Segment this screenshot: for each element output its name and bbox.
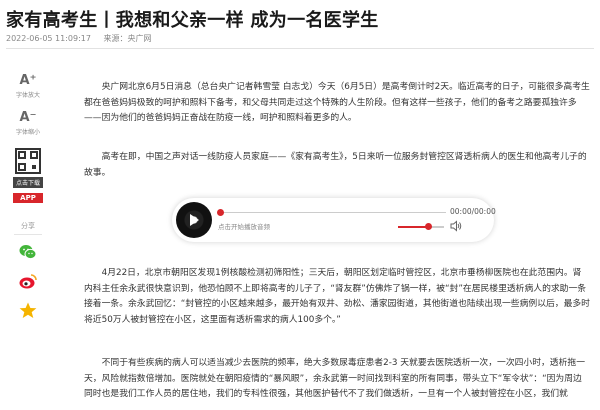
share-weibo-button[interactable] xyxy=(19,272,37,290)
volume-handle[interactable] xyxy=(424,223,432,230)
font-smaller-icon: A⁻ xyxy=(19,110,37,125)
paragraph-text: 4月22日，北京市朝阳区发现1例核酸检测初筛阳性；三天后，朝阳区划定临时管控区，… xyxy=(84,268,590,325)
article-meta: 2022-06-05 11:09:17 来源：央广网 xyxy=(6,33,162,44)
font-larger-icon: A⁺ xyxy=(19,73,37,88)
wechat-icon xyxy=(19,245,37,260)
paragraph-text: 不同于有些疾病的病人可以适当减少去医院的频率，绝大多数尿毒症患者2-3 天就要去… xyxy=(84,358,585,399)
qr-code-icon xyxy=(15,148,41,174)
paragraph-text: 高考在即，中国之声对话一线防疫人员家庭——《家有高考生》，5日来听一位服务封管控… xyxy=(84,152,587,178)
paragraph-2: 高考在即，中国之声对话一线防疫人员家庭——《家有高考生》，5日来听一位服务封管控… xyxy=(84,150,590,181)
progress-track[interactable] xyxy=(218,212,446,213)
qzone-icon xyxy=(19,302,37,318)
volume-slider[interactable] xyxy=(398,226,444,228)
progress-handle[interactable] xyxy=(217,209,224,216)
article-title: 家有高考生丨我想和父亲一样 成为一名医学生 xyxy=(6,10,379,31)
paragraph-text: 央广网北京6月5日消息（总台央广记者韩雪莹 白志戈）今天（6月5日）是高考倒计时… xyxy=(84,82,590,123)
paragraph-1: 央广网北京6月5日消息（总台央广记者韩雪莹 白志戈）今天（6月5日）是高考倒计时… xyxy=(84,80,590,127)
share-divider xyxy=(14,234,42,235)
font-larger-button[interactable]: A⁺ 字体放大 xyxy=(8,73,48,100)
play-button[interactable] xyxy=(176,202,212,238)
font-smaller-label: 字体缩小 xyxy=(15,129,40,136)
volume-fill xyxy=(398,226,428,228)
share-qzone-button[interactable] xyxy=(19,301,37,319)
volume-icon[interactable] xyxy=(450,220,462,232)
paragraph-4: 不同于有些疾病的病人可以适当减少去医院的频率，绝大多数尿毒症患者2-3 天就要去… xyxy=(84,356,590,403)
font-larger-label: 字体放大 xyxy=(15,92,40,99)
left-toolbar: A⁺ 字体放大 A⁻ 字体缩小 点击下载 APP 分享 xyxy=(8,74,48,330)
qr-label: 点击下载 xyxy=(13,177,43,188)
audio-player: 00:00/00:00 点击开始播放音频 xyxy=(172,198,496,242)
article-source[interactable]: 来源：央广网 xyxy=(104,34,152,43)
publish-date: 2022-06-05 11:09:17 xyxy=(6,34,91,43)
app-badge[interactable]: APP xyxy=(13,193,43,203)
audio-hint: 点击开始播放音频 xyxy=(218,223,270,231)
font-smaller-button[interactable]: A⁻ 字体缩小 xyxy=(8,110,48,137)
share-label: 分享 xyxy=(21,222,35,230)
app-download-qr[interactable]: 点击下载 APP xyxy=(8,148,48,203)
title-divider xyxy=(6,48,594,49)
paragraph-3: 4月22日，北京市朝阳区发现1例核酸检测初筛阳性；三天后，朝阳区划定临时管控区，… xyxy=(84,266,590,328)
share-wechat-button[interactable] xyxy=(19,243,37,261)
weibo-icon xyxy=(19,274,37,289)
audio-time: 00:00/00:00 xyxy=(450,207,496,216)
